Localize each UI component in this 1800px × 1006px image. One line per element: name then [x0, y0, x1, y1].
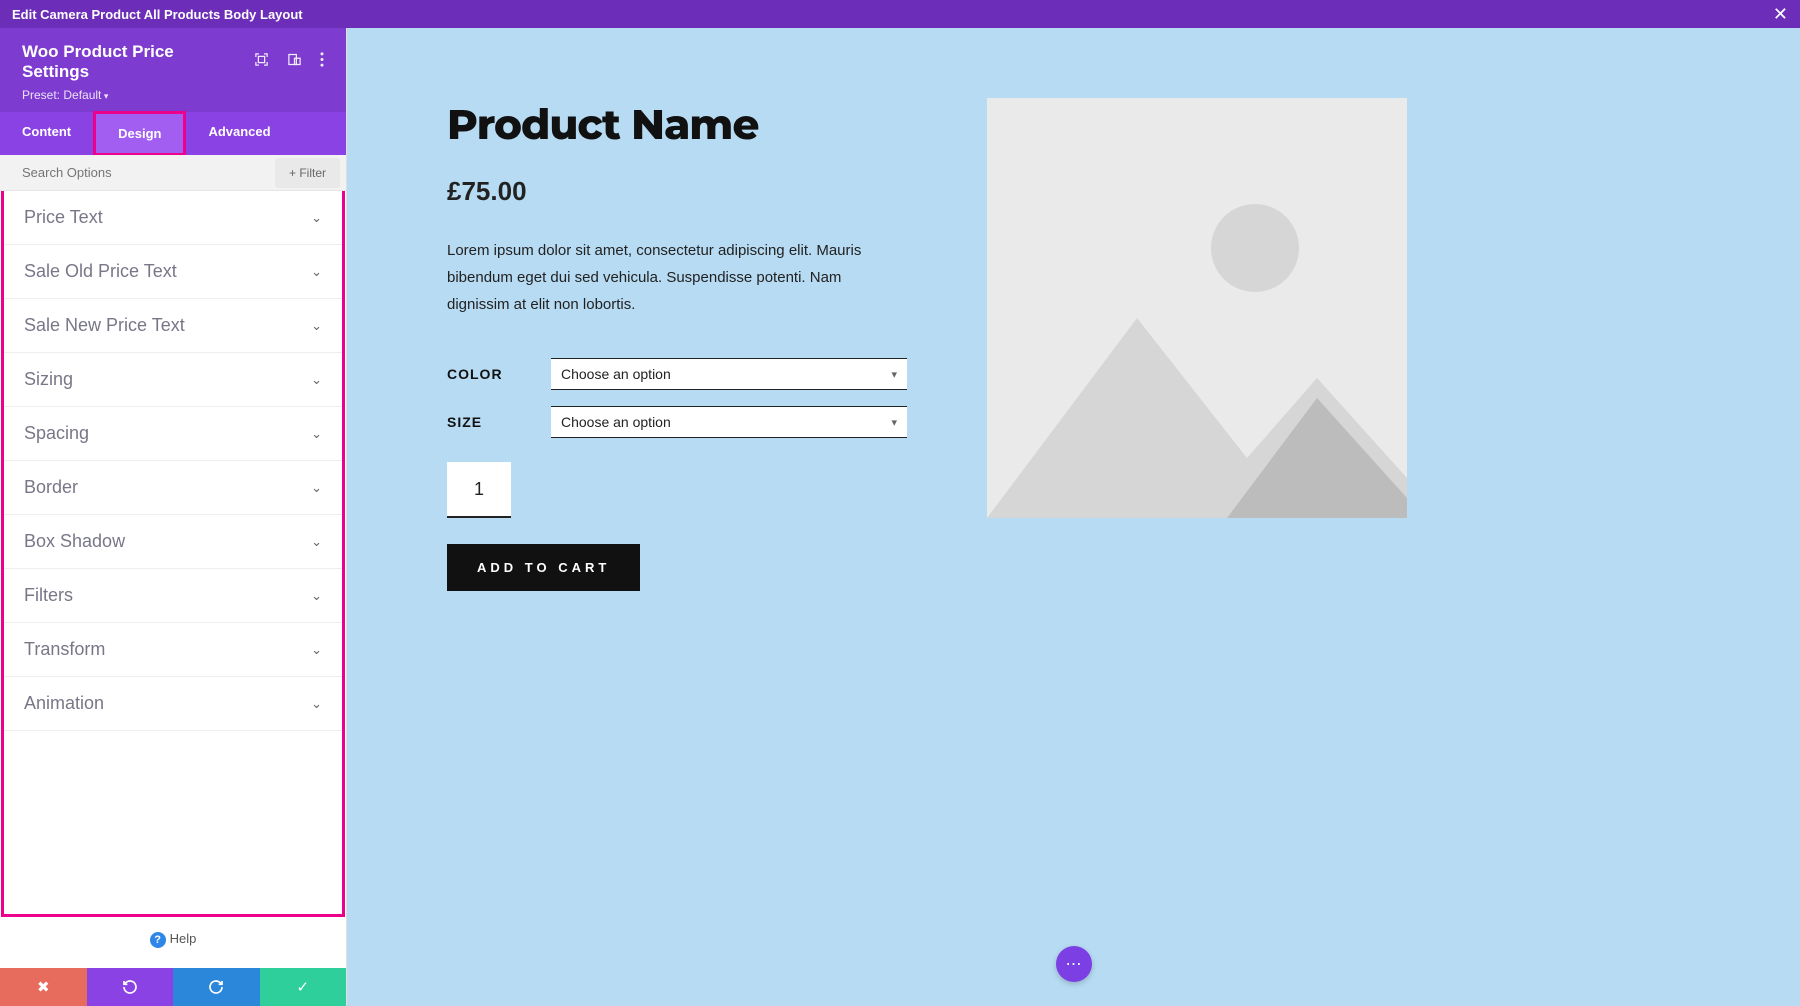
settings-sidebar: Woo Product Price Settings Preset: Defau…	[0, 28, 347, 1006]
responsive-icon[interactable]	[287, 52, 302, 72]
option-sizing[interactable]: Sizing⌄	[4, 353, 342, 407]
add-to-cart-button[interactable]: ADD TO CART	[447, 544, 640, 591]
option-animation[interactable]: Animation⌄	[4, 677, 342, 731]
layout: Woo Product Price Settings Preset: Defau…	[0, 28, 1800, 1006]
module-header-icons	[254, 52, 324, 72]
option-box-shadow[interactable]: Box Shadow⌄	[4, 515, 342, 569]
chevron-down-icon: ⌄	[311, 642, 322, 658]
preview-canvas: Product Name £75.00 Lorem ipsum dolor si…	[347, 28, 1800, 1006]
help-icon: ?	[150, 932, 166, 948]
redo-button[interactable]	[173, 968, 260, 1006]
undo-button[interactable]	[87, 968, 174, 1006]
option-sale-new-price-text[interactable]: Sale New Price Text⌄	[4, 299, 342, 353]
variation-size-label: SIZE	[447, 414, 527, 430]
settings-tabs: Content Design Advanced	[0, 112, 346, 155]
close-icon[interactable]: ✕	[1773, 4, 1788, 25]
save-button[interactable]: ✓	[260, 968, 347, 1006]
product-price: £75.00	[447, 176, 907, 207]
design-options-list: Price Text⌄ Sale Old Price Text⌄ Sale Ne…	[1, 191, 345, 917]
chevron-down-icon: ⌄	[311, 372, 322, 388]
chevron-down-icon: ⌄	[311, 696, 322, 712]
preset-dropdown[interactable]: Preset: Default	[22, 88, 324, 102]
help-link[interactable]: ?Help	[0, 917, 346, 968]
option-transform[interactable]: Transform⌄	[4, 623, 342, 677]
action-bar: ✖ ✓	[0, 968, 346, 1006]
product-image-placeholder	[987, 98, 1407, 518]
filter-button[interactable]: + Filter	[275, 158, 340, 188]
product-details: Product Name £75.00 Lorem ipsum dolor si…	[447, 98, 907, 591]
top-bar: Edit Camera Product All Products Body La…	[0, 0, 1800, 28]
tab-advanced[interactable]: Advanced	[186, 112, 292, 155]
product-title: Product Name	[447, 98, 907, 150]
module-header: Woo Product Price Settings Preset: Defau…	[0, 28, 346, 112]
chevron-down-icon: ⌄	[311, 210, 322, 226]
variation-color-label: COLOR	[447, 366, 527, 382]
search-row: + Filter	[0, 155, 346, 191]
top-bar-title: Edit Camera Product All Products Body La…	[12, 7, 303, 22]
chevron-down-icon: ⌄	[311, 264, 322, 280]
option-filters[interactable]: Filters⌄	[4, 569, 342, 623]
chevron-down-icon: ⌄	[311, 588, 322, 604]
chevron-down-icon: ⌄	[311, 318, 322, 334]
chevron-down-icon: ⌄	[311, 426, 322, 442]
module-title: Woo Product Price Settings	[22, 42, 242, 82]
option-spacing[interactable]: Spacing⌄	[4, 407, 342, 461]
more-menu-icon[interactable]	[320, 52, 324, 72]
chevron-down-icon: ⌄	[311, 534, 322, 550]
quantity-input[interactable]	[447, 462, 511, 518]
variation-size-select[interactable]: Choose an option	[551, 406, 907, 438]
product-description: Lorem ipsum dolor sit amet, consectetur …	[447, 237, 907, 318]
search-input[interactable]	[0, 155, 275, 190]
tab-content[interactable]: Content	[0, 112, 93, 155]
option-sale-old-price-text[interactable]: Sale Old Price Text⌄	[4, 245, 342, 299]
discard-button[interactable]: ✖	[0, 968, 87, 1006]
option-price-text[interactable]: Price Text⌄	[4, 191, 342, 245]
filter-label: Filter	[299, 166, 326, 180]
variation-color-select[interactable]: Choose an option	[551, 358, 907, 390]
expand-icon[interactable]	[254, 52, 269, 72]
builder-fab-icon[interactable]: ⋯	[1056, 946, 1092, 982]
option-border[interactable]: Border⌄	[4, 461, 342, 515]
tab-design[interactable]: Design	[93, 111, 186, 156]
chevron-down-icon: ⌄	[311, 480, 322, 496]
